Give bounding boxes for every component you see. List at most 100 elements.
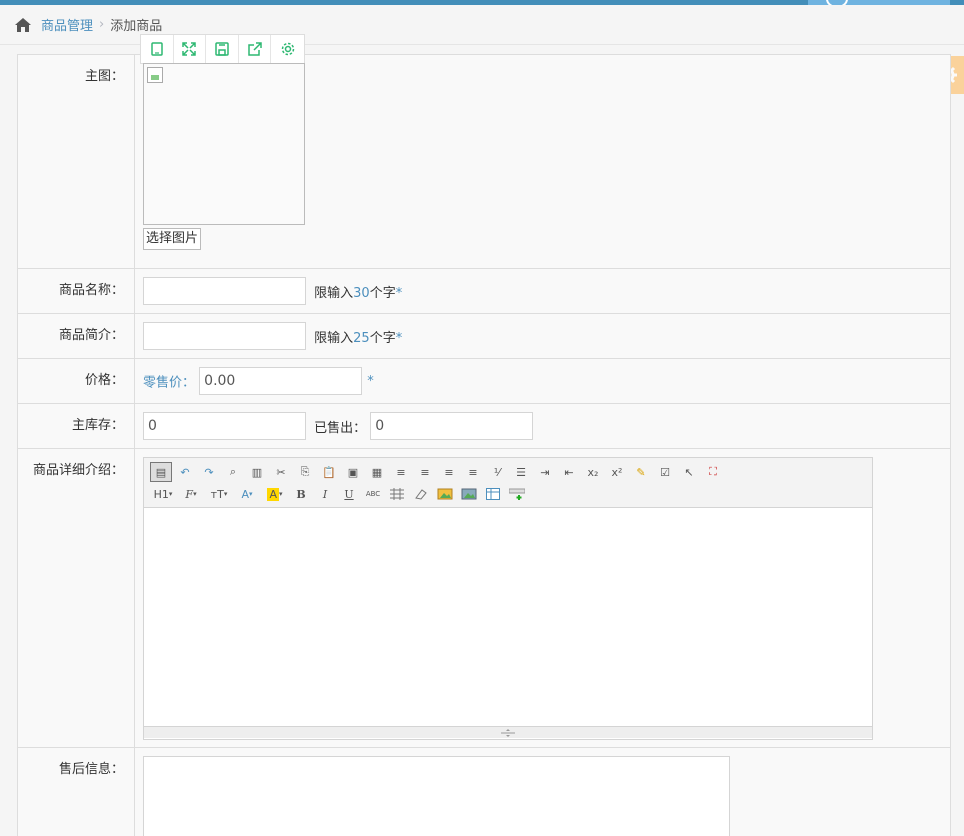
stock-input[interactable] [143,412,306,440]
heading-label: H1 [153,487,169,501]
font-family-label: F [185,487,194,501]
retail-price-label: 零售价： [143,375,196,391]
strikethrough-button[interactable]: ABC [362,484,384,504]
highlight-color-label: A [267,487,279,501]
mobile-view-icon[interactable] [141,35,174,63]
copy-icon[interactable]: ⎘ [294,462,316,482]
eraser-icon[interactable] [410,484,432,504]
indent-icon[interactable]: ⇥ [534,462,556,482]
editor-toolbar-row-2: H1 ▾ F ▾ тT ▾ A ▾ A ▾ B I U ABC [150,483,866,505]
product-intro-input[interactable] [143,322,306,350]
expand-icon[interactable] [174,35,207,63]
justify-icon[interactable]: ≡ [462,462,484,482]
highlight-color-button[interactable]: A ▾ [262,484,288,504]
rich-text-editor: ▤ ↶ ↷ ⌕ ▥ ✂ ⎘ 📋 ▣ ▦ ≡ ≡ ≡ ≡ ⅟ ☰ ⇥ ⇤ x₂ x² ✎ ☑ ↖ ⛶ H1 ▾ F ▾ тT ▾ A ▾… [143,457,873,740]
align-center-icon[interactable]: ≡ [414,462,436,482]
home-icon[interactable] [14,17,32,33]
font-family-button[interactable]: F ▾ [178,484,204,504]
editor-content-area[interactable] [144,508,872,726]
form-row-stock: 主库存： 已售出： [18,404,950,449]
source-icon[interactable]: ▤ [150,462,172,482]
paste-plain-icon[interactable]: ▣ [342,462,364,482]
sold-label: 已售出： [314,420,367,436]
ordered-list-icon[interactable]: ⅟ [486,462,508,482]
product-form: 主图： 选择图片 商品名称： 限输入30个字* 商品简介： 限输入25个字* 价… [17,34,951,836]
product-name-hint: 限输入30个字* [314,286,402,301]
settings-icon[interactable] [271,35,304,63]
select-all-icon[interactable]: ☑ [654,462,676,482]
product-name-label: 商品名称： [18,269,135,313]
after-sale-label: 售后信息： [18,748,135,836]
italic-label: I [322,487,328,501]
paste-word-icon[interactable]: ▦ [366,462,388,482]
image-toolbar [140,34,305,64]
breadcrumb-current: 添加商品 [110,19,163,34]
align-right-icon[interactable]: ≡ [438,462,460,482]
after-sale-textarea[interactable] [143,756,730,836]
breadcrumb-link-product-management[interactable]: 商品管理 [41,15,93,34]
template-icon[interactable]: ▥ [246,462,268,482]
insert-table-icon[interactable] [482,484,504,504]
required-mark: * [395,330,403,346]
editor-resize-handle[interactable] [144,726,872,738]
product-intro-label: 商品简介： [18,314,135,358]
hint-suffix: 个字 [369,330,396,346]
form-row-price: 价格： 零售价： * [18,359,950,404]
font-color-button[interactable]: A ▾ [234,484,260,504]
share-icon[interactable] [239,35,272,63]
form-row-after-sale: 售后信息： [18,748,950,836]
underline-label: U [344,487,354,501]
font-color-label: A [241,487,249,501]
undo-icon[interactable]: ↶ [174,462,196,482]
insert-row-icon[interactable] [506,484,528,504]
required-mark: * [367,373,374,389]
editor-toolbar: ▤ ↶ ↷ ⌕ ▥ ✂ ⎘ 📋 ▣ ▦ ≡ ≡ ≡ ≡ ⅟ ☰ ⇥ ⇤ x₂ x² ✎ ☑ ↖ ⛶ H1 ▾ F ▾ тT ▾ A ▾… [144,458,872,508]
product-intro-hint: 限输入25个字* [314,331,402,346]
fullscreen-icon[interactable]: ⛶ [702,462,724,482]
align-left-icon[interactable]: ≡ [390,462,412,482]
form-row-product-name: 商品名称： 限输入30个字* [18,269,950,314]
italic-button[interactable]: I [314,484,336,504]
stock-label: 主库存： [18,404,135,448]
price-label: 价格： [18,359,135,403]
hint-prefix: 限输入 [314,330,354,346]
hint-limit: 30 [353,285,370,301]
detail-label: 商品详细介绍： [18,449,135,747]
bold-label: B [296,487,306,501]
resize-icon [501,728,515,737]
font-size-button[interactable]: тT ▾ [206,484,232,504]
product-name-input[interactable] [143,277,306,305]
editor-toolbar-row-1: ▤ ↶ ↷ ⌕ ▥ ✂ ⎘ 📋 ▣ ▦ ≡ ≡ ≡ ≡ ⅟ ☰ ⇥ ⇤ x₂ x² ✎ ☑ ↖ ⛶ [150,461,866,483]
format-painter-icon[interactable]: ✎ [630,462,652,482]
retail-price-input[interactable] [199,367,363,395]
insert-multi-image-icon[interactable] [458,484,480,504]
required-mark: * [395,285,403,301]
main-image-label: 主图： [18,55,135,268]
outdent-icon[interactable]: ⇤ [558,462,580,482]
sold-input[interactable] [370,412,534,440]
superscript-icon[interactable]: x² [606,462,628,482]
hint-prefix: 限输入 [314,285,354,301]
unordered-list-icon[interactable]: ☰ [510,462,532,482]
font-size-label: тT [210,487,224,501]
paste-icon[interactable]: 📋 [318,462,340,482]
choose-image-button[interactable]: 选择图片 [143,228,202,250]
cut-icon[interactable]: ✂ [270,462,292,482]
hint-limit: 25 [353,330,370,346]
main-image-preview [143,63,305,225]
line-height-icon[interactable] [386,484,408,504]
bold-button[interactable]: B [290,484,312,504]
form-row-product-intro: 商品简介： 限输入25个字* [18,314,950,359]
breadcrumb-separator: › [99,17,105,32]
save-icon[interactable] [206,35,239,63]
strikethrough-label: ABC [365,490,381,498]
underline-button[interactable]: U [338,484,360,504]
subscript-icon[interactable]: x₂ [582,462,604,482]
insert-image-icon[interactable] [434,484,456,504]
form-row-main-image: 主图： 选择图片 [18,34,950,269]
hint-suffix: 个字 [369,285,396,301]
redo-icon[interactable]: ↷ [198,462,220,482]
cursor-icon[interactable]: ↖ [678,462,700,482]
preview-icon[interactable]: ⌕ [222,462,244,482]
heading-button[interactable]: H1 ▾ [150,484,176,504]
